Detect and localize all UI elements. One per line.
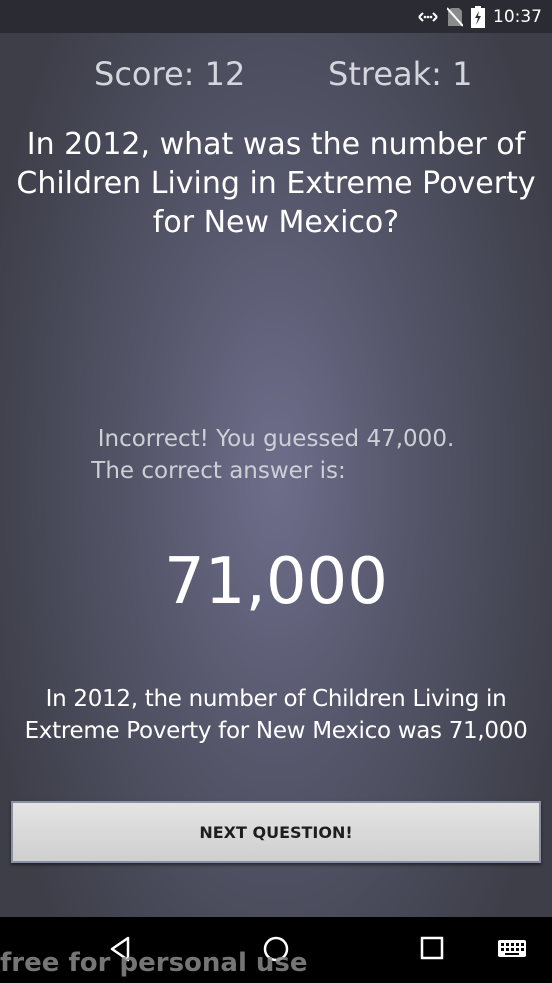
game-screen: Score: 12 Streak: 1 In 2012, what was th…	[0, 33, 552, 917]
status-bar: 10:37	[0, 0, 552, 33]
data-transfer-icon	[417, 10, 439, 24]
feedback-guess: Incorrect! You guessed 47,000.	[97, 426, 455, 452]
question-text: In 2012, what was the number of Children…	[16, 127, 536, 240]
correct-answer: 71,000	[164, 545, 388, 619]
status-time: 10:37	[493, 6, 542, 27]
streak-label: Streak: 1	[328, 55, 473, 93]
battery-charging-icon	[471, 5, 485, 28]
recent-apps-icon[interactable]	[419, 935, 445, 961]
score-row: Score: 12 Streak: 1	[0, 55, 552, 101]
score-label: Score: 12	[94, 55, 246, 93]
keyboard-icon[interactable]	[497, 935, 527, 961]
watermark-text: free for personal use	[0, 948, 308, 978]
feedback-text: Incorrect! You guessed 47,000. The corre…	[0, 423, 552, 487]
next-question-button[interactable]: NEXT QUESTION!	[11, 801, 541, 863]
no-sim-icon	[447, 6, 463, 27]
answer-explanation: In 2012, the number of Children Living i…	[24, 686, 528, 744]
feedback-correct-label: The correct answer is:	[91, 458, 346, 484]
